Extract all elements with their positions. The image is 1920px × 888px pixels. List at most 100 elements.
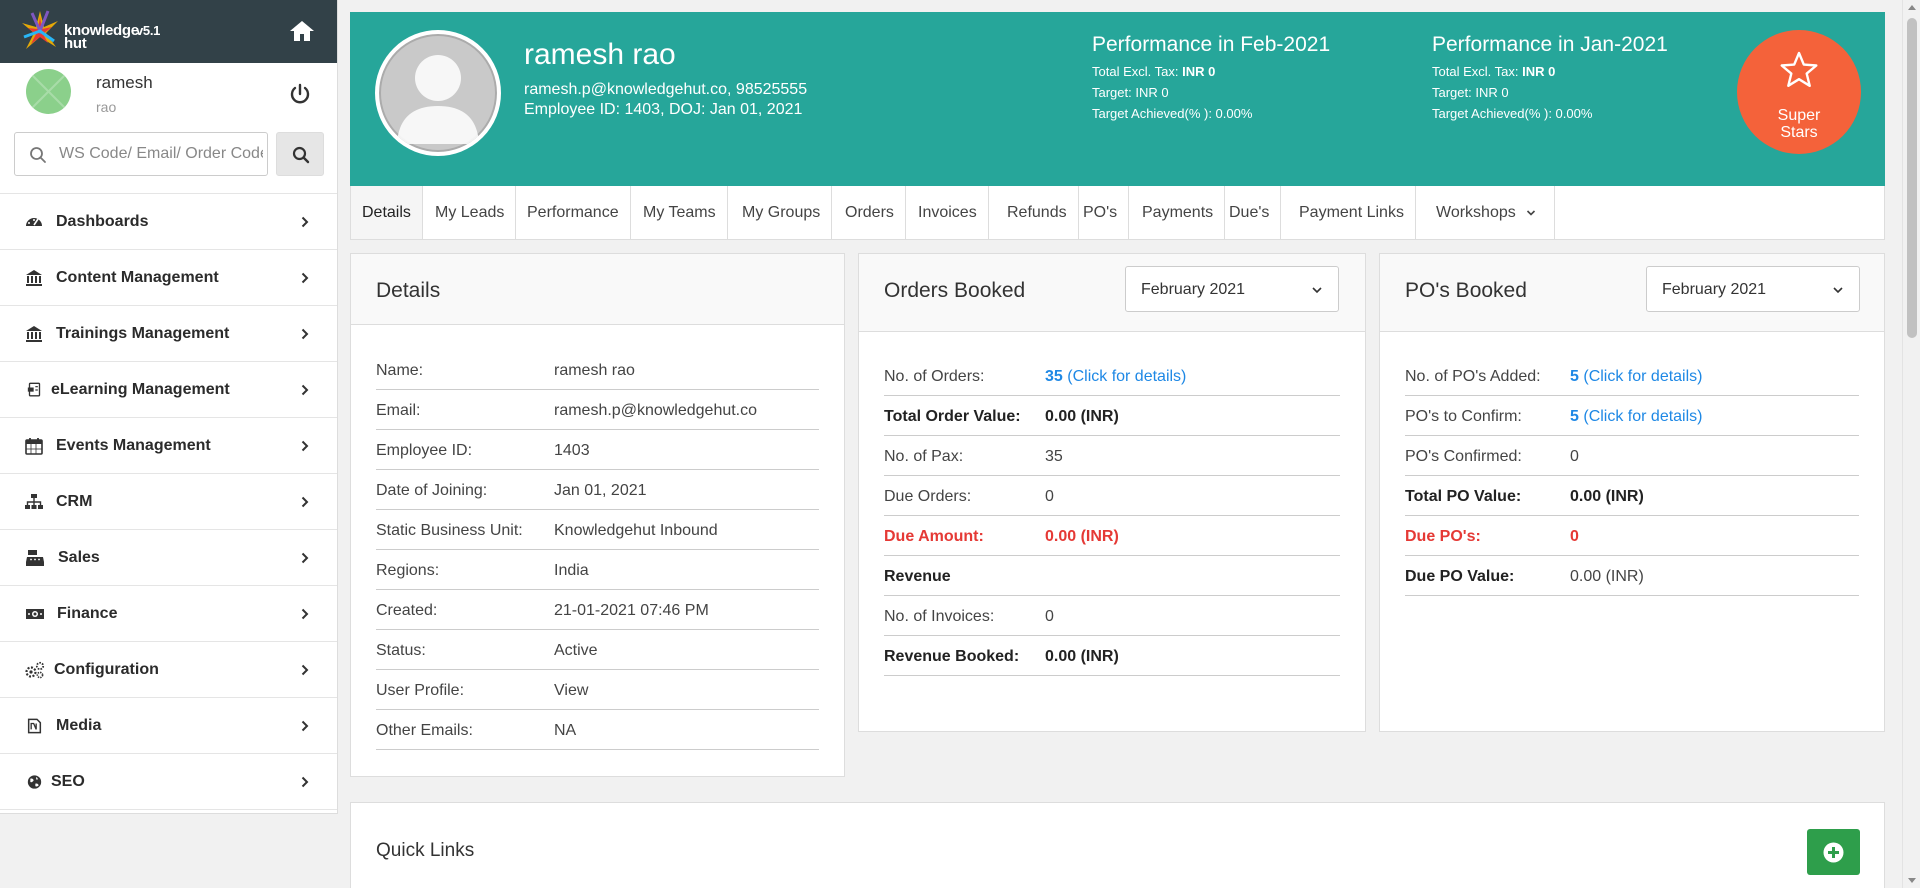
tab-payment-links[interactable]: Payment Links [1288, 186, 1416, 239]
tab-my-leads[interactable]: My Leads [424, 186, 517, 239]
user-avatar[interactable] [26, 69, 71, 114]
super-stars-badge[interactable]: Super Stars [1737, 30, 1861, 154]
user-profile-view-link[interactable]: View [554, 682, 588, 700]
details-card: Details Name: ramesh rao Email: ramesh.p@k… [350, 253, 845, 777]
sidebar-menu: Dashboards Content Management Trainings … [0, 194, 337, 810]
scroll-down-icon[interactable] [1908, 878, 1916, 883]
sidebar-item-configuration[interactable]: Configuration [0, 642, 337, 698]
sidebar-item-content-management[interactable]: Content Management [0, 250, 337, 306]
tab-workshops-label: Workshops [1436, 204, 1516, 221]
tab-details[interactable]: Details [351, 186, 423, 239]
search-row [0, 125, 337, 194]
orders-count-link[interactable]: 35 (Click for details) [1045, 368, 1186, 385]
tab-payments[interactable]: Payments [1131, 186, 1226, 239]
performance-achieved: Target Achieved(% ): 0.00% [1092, 106, 1253, 121]
orders-month-select[interactable]: February 2021 [1125, 266, 1339, 312]
detail-row: Other Emails: NA [376, 710, 819, 750]
pos-added-link[interactable]: 5 (Click for details) [1570, 368, 1703, 385]
money-bill-icon [26, 609, 44, 619]
quick-links-card: Quick Links [350, 802, 1885, 888]
tab-my-groups[interactable]: My Groups [731, 186, 833, 239]
detail-row: Date of Joining: Jan 01, 2021 [376, 470, 819, 510]
detail-row: Status: Active [376, 630, 819, 670]
pos-to-confirm-link[interactable]: 5 (Click for details) [1570, 408, 1703, 425]
performance-current: Performance in Feb-2021 Total Excl. Tax:… [1092, 33, 1330, 124]
chevron-right-icon [301, 608, 309, 620]
detail-row: Name: ramesh rao [376, 350, 819, 390]
media-icon [27, 718, 42, 734]
performance-achieved: Target Achieved(% ): 0.00% [1432, 106, 1593, 121]
add-quick-link-button[interactable] [1807, 829, 1860, 875]
sidebar-item-finance[interactable]: Finance [0, 586, 337, 642]
pos-month-select[interactable]: February 2021 [1646, 266, 1860, 312]
tab-my-teams[interactable]: My Teams [632, 186, 728, 239]
brand-bar: knowledge hut v5.1 [0, 0, 337, 63]
sidebar-item-events-management[interactable]: Events Management [0, 418, 337, 474]
sidebar-item-dashboards[interactable]: Dashboards [0, 194, 337, 250]
chevron-right-icon [301, 328, 309, 340]
search-input[interactable] [59, 139, 263, 169]
chevron-right-icon [301, 440, 309, 452]
performance-title: Performance in Jan-2021 [1432, 33, 1668, 56]
tab-workshops[interactable]: Workshops [1418, 186, 1556, 239]
details-card-header: Details [351, 254, 844, 325]
tab-performance[interactable]: Performance [516, 186, 631, 239]
sidebar-item-media[interactable]: Media [0, 698, 337, 754]
plus-circle-icon [1823, 842, 1844, 863]
performance-previous: Performance in Jan-2021 Total Excl. Tax:… [1432, 33, 1668, 124]
performance-target: Target: INR 0 [1092, 85, 1169, 100]
sidebar-item-sales[interactable]: Sales [0, 530, 337, 586]
chevron-right-icon [301, 496, 309, 508]
detail-row: Employee ID: 1403 [376, 430, 819, 470]
pos-row: PO's to Confirm: 5 (Click for details) [1405, 396, 1859, 436]
user-first-name: ramesh [96, 73, 153, 92]
profile-name: ramesh rao [524, 38, 676, 71]
orders-row: No. of Invoices: 0 [884, 596, 1340, 636]
chevron-right-icon [301, 216, 309, 228]
power-icon[interactable] [289, 83, 311, 105]
tab-pos[interactable]: PO's [1072, 186, 1130, 239]
chevron-right-icon [301, 384, 309, 396]
star-icon [1780, 51, 1818, 87]
tab-invoices[interactable]: Invoices [907, 186, 989, 239]
sidebar-item-label: SEO [51, 773, 85, 790]
detail-row: Regions: India [376, 550, 819, 590]
sidebar-item-seo[interactable]: SEO [0, 754, 337, 810]
tab-orders[interactable]: Orders [834, 186, 906, 239]
bank-icon [26, 326, 42, 342]
orders-card-header: Orders Booked February 2021 [859, 254, 1365, 332]
sidebar-item-elearning-management[interactable]: eLearning Management [0, 362, 337, 418]
details-title: Details [376, 279, 441, 302]
orders-row: Revenue [884, 556, 1340, 596]
cash-register-icon [26, 550, 44, 566]
chevron-right-icon [301, 272, 309, 284]
sidebar-item-label: Trainings Management [56, 325, 230, 342]
sidebar-item-crm[interactable]: CRM [0, 474, 337, 530]
sidebar-item-label: Events Management [56, 437, 211, 454]
sidebar-item-trainings-management[interactable]: Trainings Management [0, 306, 337, 362]
pos-row: Due PO's: 0 [1405, 516, 1859, 556]
pos-row: PO's Confirmed: 0 [1405, 436, 1859, 476]
sidebar: knowledge hut v5.1 ramesh rao WS Code/ E… [0, 0, 338, 814]
sidebar-item-label: CRM [56, 493, 93, 510]
scrollbar-thumb[interactable] [1907, 18, 1917, 338]
pos-row: Total PO Value: 0.00 (INR) [1405, 476, 1859, 516]
search-button[interactable] [276, 132, 324, 176]
pos-month-value: February 2021 [1662, 281, 1767, 298]
super-stars-label: Super Stars [1777, 107, 1821, 141]
knowledgehut-logo[interactable] [18, 7, 62, 55]
search-box [14, 132, 268, 176]
tab-refunds[interactable]: Refunds [996, 186, 1079, 239]
tab-dues[interactable]: Due's [1218, 186, 1282, 239]
page-scrollbar[interactable] [1902, 0, 1920, 888]
pos-booked-card: PO's Booked February 2021 No. of PO's Ad… [1379, 253, 1885, 732]
sidebar-item-label: Configuration [54, 661, 159, 678]
performance-excl-tax: Total Excl. Tax: INR 0 [1092, 64, 1216, 79]
profile-contact: ramesh.p@knowledgehut.co, 98525555 [524, 81, 808, 98]
home-icon[interactable] [289, 19, 315, 43]
bank-icon [26, 270, 42, 286]
sidebar-item-label: Content Management [56, 269, 219, 286]
elearning-icon [27, 382, 41, 397]
sidebar-item-label: Sales [58, 549, 100, 566]
scroll-up-icon[interactable] [1908, 5, 1916, 10]
